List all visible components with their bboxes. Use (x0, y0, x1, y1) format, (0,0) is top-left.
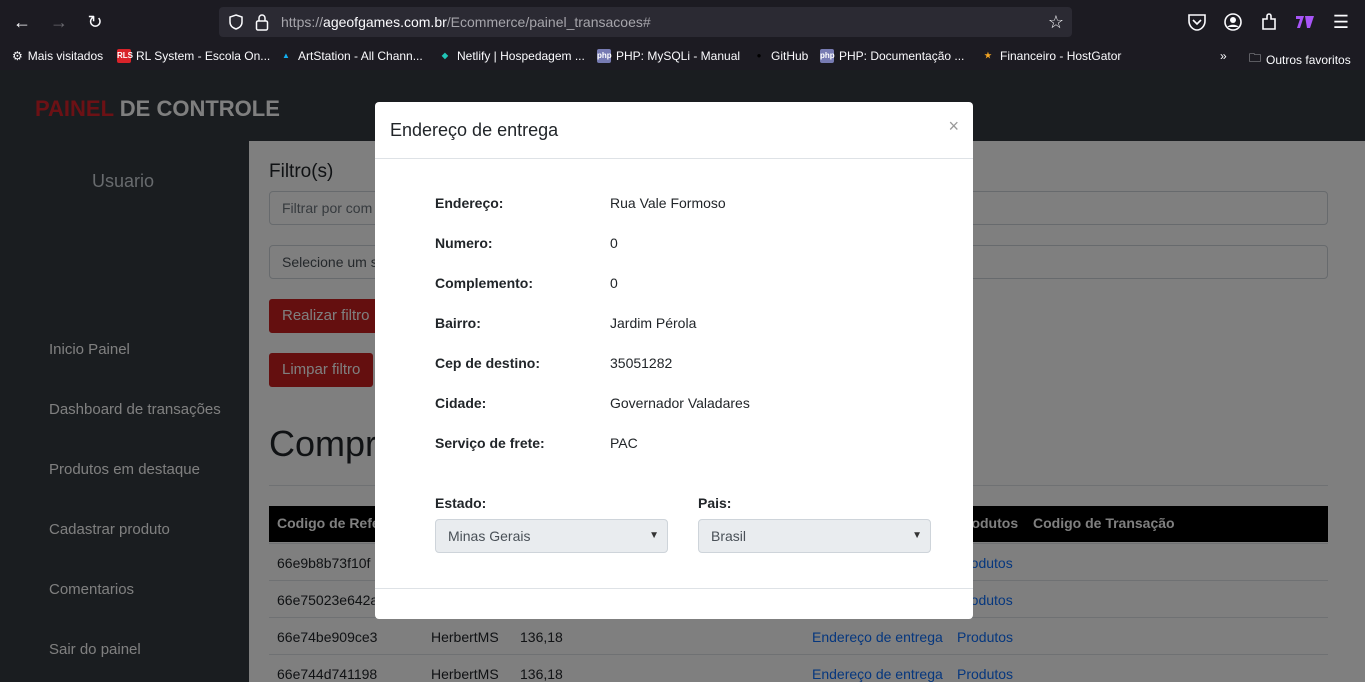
field-label-numero: Numero: (435, 235, 493, 251)
account-icon[interactable] (1222, 11, 1244, 33)
rl-favicon-icon: RLS (117, 49, 133, 63)
menu-icon[interactable]: ☰ (1329, 10, 1353, 34)
address-modal: Endereço de entrega × Endereço: Rua Vale… (375, 102, 973, 619)
shield-icon[interactable] (229, 14, 243, 30)
estado-select[interactable]: Minas Gerais ▼ (435, 519, 668, 553)
php-favicon-icon: php (820, 49, 835, 63)
pais-select[interactable]: Brasil ▼ (698, 519, 931, 553)
field-label-cep: Cep de destino: (435, 355, 541, 371)
pocket-icon[interactable] (1186, 11, 1208, 33)
close-icon[interactable]: × (948, 116, 959, 137)
bookmark-netlify[interactable]: ◆ Netlify | Hospedagem ... (438, 49, 585, 63)
field-value-complemento: 0 (610, 275, 618, 291)
back-icon[interactable]: ← (10, 10, 34, 34)
forward-icon[interactable]: → (47, 10, 71, 34)
field-label-complemento: Complemento: (435, 275, 533, 291)
pais-label: Pais: (698, 495, 732, 511)
folder-icon: 🗀 (1249, 51, 1262, 65)
modal-footer-divider (375, 588, 973, 589)
chevron-down-icon: ▼ (649, 530, 659, 541)
artstation-favicon-icon: ▲ (282, 51, 290, 60)
field-value-frete: PAC (610, 435, 638, 451)
php-favicon-icon: php (597, 49, 612, 63)
bookmark-php-mysqli[interactable]: php PHP: MySQLi - Manual (597, 49, 740, 63)
field-label-cidade: Cidade: (435, 395, 487, 411)
field-label-bairro: Bairro: (435, 315, 481, 331)
extension-7tv-icon[interactable] (1294, 11, 1316, 33)
other-bookmarks[interactable]: 🗀 Outros favoritos (1249, 49, 1351, 70)
estado-select-value: Minas Gerais (448, 528, 531, 544)
field-value-numero: 0 (610, 235, 618, 251)
modal-header: Endereço de entrega × (375, 102, 973, 159)
bookmarks-bar: ⚙ Mais visitados RLS RL System - Escola On… (0, 44, 1365, 70)
gear-icon: ⚙ (12, 49, 23, 63)
modal-title: Endereço de entrega (390, 120, 559, 140)
url-bar[interactable]: https://ageofgames.com.br/Ecommerce/pain… (219, 7, 1072, 37)
field-value-cep: 35051282 (610, 355, 673, 371)
lock-icon[interactable] (255, 13, 269, 31)
chevron-right-icon[interactable]: » (1220, 49, 1227, 63)
bookmark-php-doc[interactable]: php PHP: Documentação ... (820, 49, 964, 63)
bookmark-mais-visitados[interactable]: ⚙ Mais visitados (12, 49, 103, 63)
field-label-frete: Serviço de frete: (435, 435, 545, 451)
hostgator-favicon-icon: ★ (984, 51, 992, 60)
url-text[interactable]: https://ageofgames.com.br/Ecommerce/pain… (281, 7, 651, 37)
field-value-bairro: Jardim Pérola (610, 315, 697, 331)
bookmark-hostgator[interactable]: ★ Financeiro - HostGator (981, 49, 1121, 63)
bookmark-rl-system[interactable]: RLS RL System - Escola On... (117, 49, 270, 63)
bookmark-github[interactable]: ● GitHub (752, 49, 809, 63)
field-value-endereco: Rua Vale Formoso (610, 195, 726, 211)
reload-icon[interactable]: ↻ (83, 10, 107, 34)
estado-label: Estado: (435, 495, 487, 511)
browser-toolbar: ← → ↻ https://ageofgames.com.br/Ecommerc… (0, 0, 1365, 44)
github-favicon-icon: ● (756, 51, 762, 60)
chevron-down-icon: ▼ (912, 530, 922, 541)
field-label-endereco: Endereço: (435, 195, 504, 211)
extensions-icon[interactable] (1258, 11, 1280, 33)
pais-select-value: Brasil (711, 528, 747, 544)
bookmark-artstation[interactable]: ▲ ArtStation - All Chann... (279, 49, 423, 63)
netlify-favicon-icon: ◆ (441, 51, 449, 60)
bookmark-star-icon[interactable]: ☆ (1048, 12, 1064, 33)
field-value-cidade: Governador Valadares (610, 395, 750, 411)
